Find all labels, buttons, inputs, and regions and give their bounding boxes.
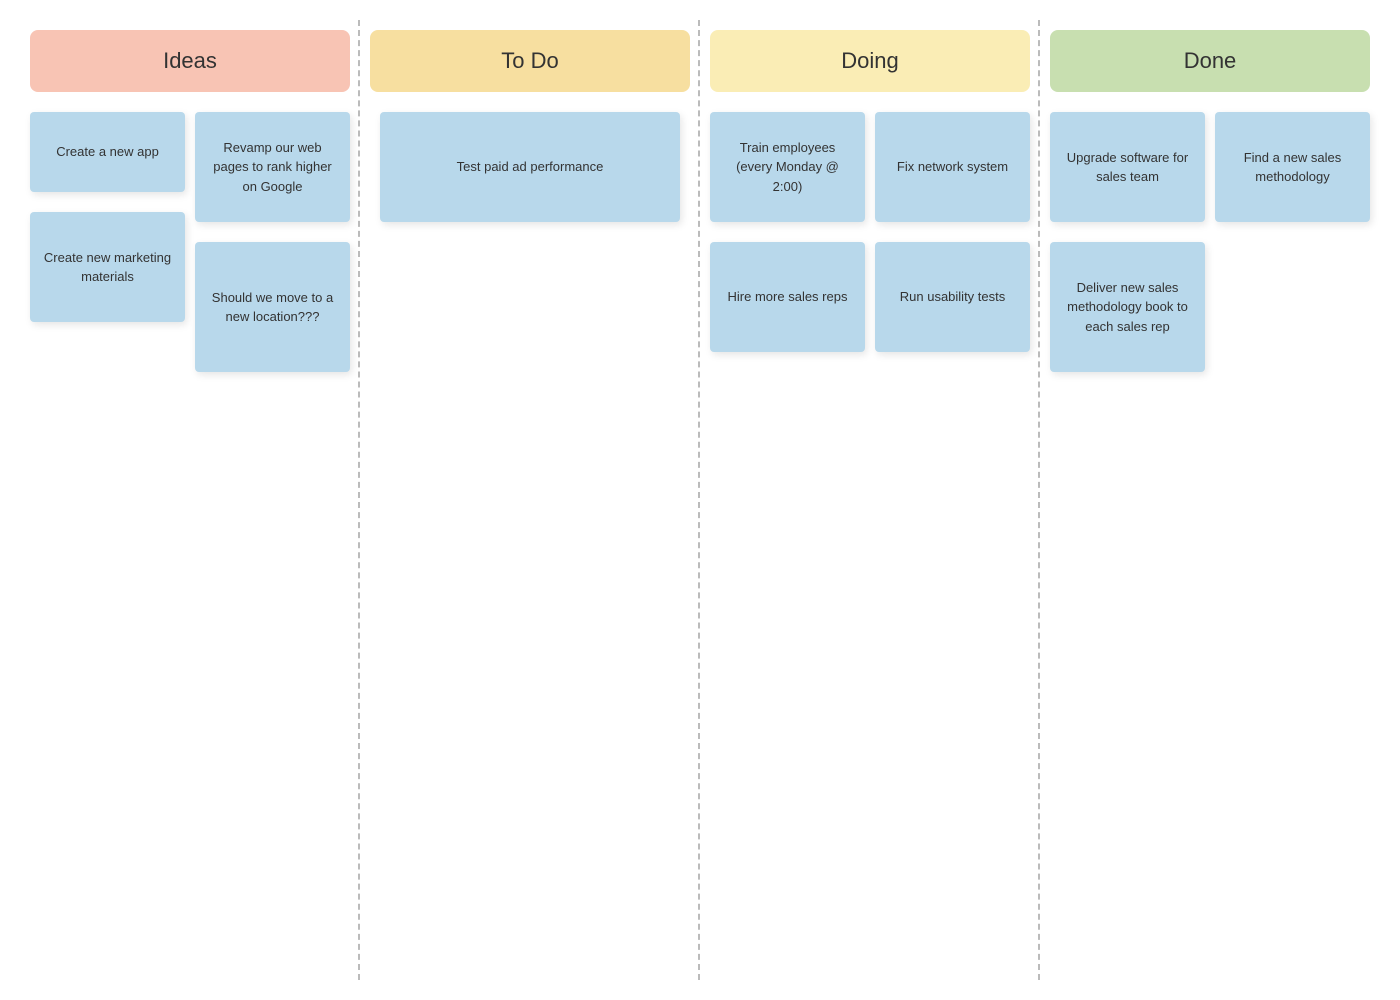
todo-body: Test paid ad performance — [360, 112, 700, 222]
card-create-marketing[interactable]: Create new marketing materials — [30, 212, 185, 322]
ideas-right: Revamp our web pages to rank higher on G… — [195, 112, 350, 372]
card-train-employees[interactable]: Train employees (every Monday @ 2:00) — [710, 112, 865, 222]
ideas-grid: Create a new app Create new marketing ma… — [20, 112, 360, 372]
column-doing: Doing Train employees (every Monday @ 2:… — [700, 20, 1040, 980]
card-create-new-app[interactable]: Create a new app — [30, 112, 185, 192]
doing-right: Fix network system Run usability tests — [875, 112, 1030, 352]
done-left: Upgrade software for sales team Deliver … — [1050, 112, 1205, 372]
column-header-done: Done — [1050, 30, 1370, 92]
card-run-usability[interactable]: Run usability tests — [875, 242, 1030, 352]
card-fix-network[interactable]: Fix network system — [875, 112, 1030, 222]
doing-grid: Train employees (every Monday @ 2:00) Hi… — [700, 112, 1040, 352]
doing-left: Train employees (every Monday @ 2:00) Hi… — [710, 112, 865, 352]
column-done: Done Upgrade software for sales team Del… — [1040, 20, 1380, 980]
ideas-left: Create a new app Create new marketing ma… — [30, 112, 185, 372]
card-deliver-book[interactable]: Deliver new sales methodology book to ea… — [1050, 242, 1205, 372]
card-revamp-web[interactable]: Revamp our web pages to rank higher on G… — [195, 112, 350, 222]
column-header-doing: Doing — [710, 30, 1030, 92]
card-new-location[interactable]: Should we move to a new location??? — [195, 242, 350, 372]
column-todo: To Do Test paid ad performance — [360, 20, 700, 980]
column-ideas: Ideas Create a new app Create new market… — [20, 20, 360, 980]
done-right: Find a new sales methodology — [1215, 112, 1370, 372]
done-grid: Upgrade software for sales team Deliver … — [1040, 112, 1380, 372]
card-hire-sales-reps[interactable]: Hire more sales reps — [710, 242, 865, 352]
column-header-ideas: Ideas — [30, 30, 350, 92]
card-upgrade-software[interactable]: Upgrade software for sales team — [1050, 112, 1205, 222]
kanban-board: Ideas Create a new app Create new market… — [20, 20, 1380, 980]
card-find-methodology[interactable]: Find a new sales methodology — [1215, 112, 1370, 222]
column-header-todo: To Do — [370, 30, 690, 92]
card-test-paid-ad[interactable]: Test paid ad performance — [380, 112, 680, 222]
